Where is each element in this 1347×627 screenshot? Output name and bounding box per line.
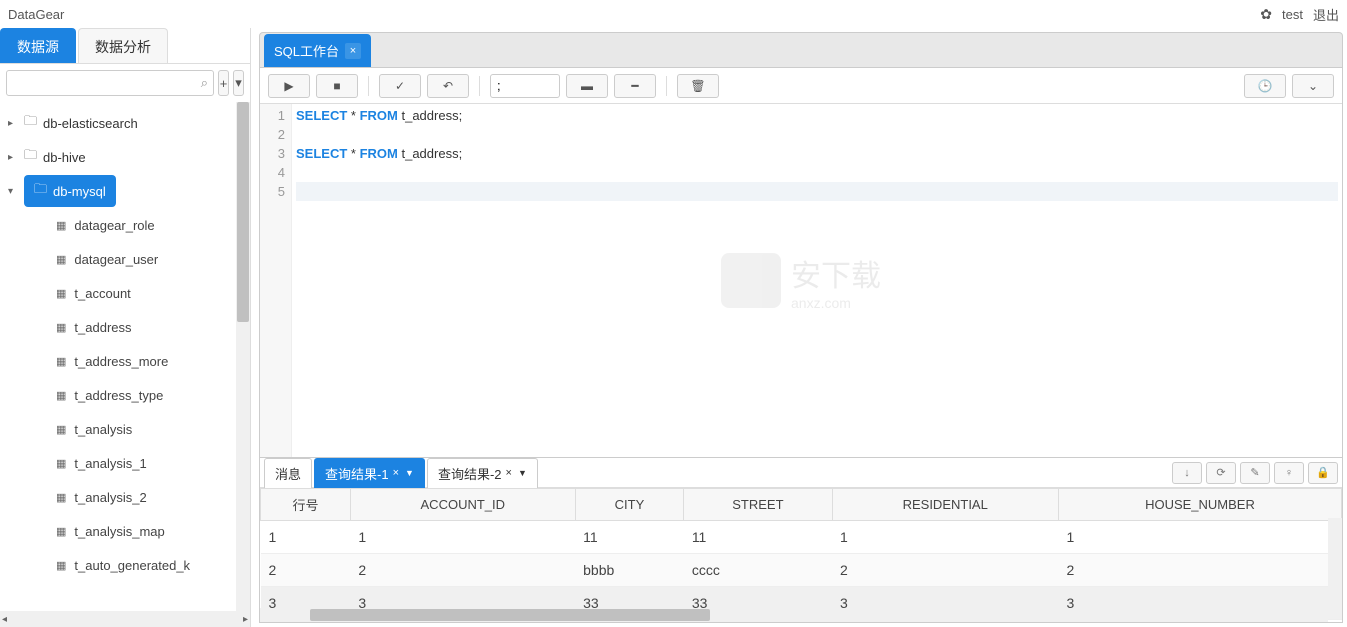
table-icon: ▦	[56, 423, 66, 436]
refresh-button[interactable]: ⟳	[1206, 462, 1236, 484]
sql-editor[interactable]: 12345 SELECT * FROM t_address;SELECT * F…	[260, 104, 1342, 457]
run-button[interactable]: ▶	[268, 74, 310, 98]
settings-icon[interactable]: ✿	[1260, 6, 1272, 23]
tree-node-mysql[interactable]: ▾ 🗀 db-mysql	[0, 174, 250, 208]
download-button[interactable]: ↓	[1172, 462, 1202, 484]
results-panel: 消息 查询结果-1×▼ 查询结果-2×▼ ↓ ⟳ ✎ ♀ 🔒	[260, 457, 1342, 622]
table-icon: ▦	[56, 253, 66, 266]
view-button[interactable]: ♀	[1274, 462, 1304, 484]
delimiter-input[interactable]	[490, 74, 560, 98]
caret-icon: ▸	[8, 118, 18, 129]
sql-toolbar: ▶ ■ ✓ ↶ ▬ ━ 🗑 🕒 ⌄	[260, 68, 1342, 104]
tool-btn-2[interactable]: ━	[614, 74, 656, 98]
tree-table-item[interactable]: ▦t_address	[0, 310, 250, 344]
result-grid[interactable]: 行号ACCOUNT_IDCITYSTREETRESIDENTIALHOUSE_N…	[260, 488, 1342, 622]
tree-table-item[interactable]: ▦t_account	[0, 276, 250, 310]
tree-table-item[interactable]: ▦t_address_more	[0, 344, 250, 378]
more-button[interactable]: ▾	[233, 70, 244, 96]
chevron-down-icon[interactable]: ▼	[518, 468, 527, 478]
tree-table-item[interactable]: ▦datagear_role	[0, 208, 250, 242]
left-panel: 数据源 数据分析 ⌕ + ▾ ▸ 🗀 db-elasticsearch ▸	[0, 28, 251, 627]
table-row[interactable]: 22bbbbcccc22	[261, 554, 1342, 587]
column-header[interactable]: CITY	[575, 489, 684, 521]
app-header: DataGear ✿ test 退出	[0, 0, 1347, 28]
tab-messages[interactable]: 消息	[264, 458, 312, 488]
tab-sql-workspace[interactable]: SQL工作台 ×	[264, 34, 371, 67]
close-icon[interactable]: ×	[506, 467, 512, 479]
tree-table-item[interactable]: ▦t_auto_generated_k	[0, 548, 250, 582]
table-icon: ▦	[56, 559, 66, 572]
rollback-button[interactable]: ↶	[427, 74, 469, 98]
close-icon[interactable]: ×	[345, 43, 361, 59]
table-icon: ▦	[56, 219, 66, 232]
tree-node-hive[interactable]: ▸ 🗀 db-hive	[0, 140, 250, 174]
column-header[interactable]: HOUSE_NUMBER	[1058, 489, 1341, 521]
folder-icon: 🗀	[24, 146, 37, 168]
tree-table-item[interactable]: ▦datagear_user	[0, 242, 250, 276]
add-button[interactable]: +	[218, 70, 229, 96]
datasource-tree: ▸ 🗀 db-elasticsearch ▸ 🗀 db-hive ▾ 🗀 db-…	[0, 102, 250, 611]
lock-button[interactable]: 🔒	[1308, 462, 1338, 484]
tree-scrollbar[interactable]	[236, 102, 250, 611]
caret-icon: ▾	[8, 186, 18, 197]
search-icon[interactable]: ⌕	[201, 75, 208, 91]
tree-table-item[interactable]: ▦t_address_type	[0, 378, 250, 412]
tab-result-1[interactable]: 查询结果-1×▼	[314, 458, 425, 488]
history-button[interactable]: 🕒	[1244, 74, 1286, 98]
tree-table-item[interactable]: ▦t_analysis_map	[0, 514, 250, 548]
tree-table-item[interactable]: ▦t_analysis	[0, 412, 250, 446]
search-input[interactable]	[6, 70, 214, 96]
folder-icon: 🗀	[24, 112, 37, 134]
table-icon: ▦	[56, 355, 66, 368]
tree-table-item[interactable]: ▦t_analysis_1	[0, 446, 250, 480]
table-icon: ▦	[56, 287, 66, 300]
user-name[interactable]: test	[1282, 7, 1303, 22]
edit-button[interactable]: ✎	[1240, 462, 1270, 484]
chevron-down-icon[interactable]: ▼	[405, 468, 414, 478]
tab-analysis[interactable]: 数据分析	[78, 28, 168, 63]
tool-btn-1[interactable]: ▬	[566, 74, 608, 98]
tree-table-item[interactable]: ▦t_analysis_2	[0, 480, 250, 514]
clear-button[interactable]: 🗑	[677, 74, 719, 98]
table-icon: ▦	[56, 457, 66, 470]
column-header[interactable]: STREET	[684, 489, 832, 521]
table-icon: ▦	[56, 491, 66, 504]
table-row[interactable]: 11111111	[261, 521, 1342, 554]
tree-hscroll[interactable]: ◂▸	[0, 611, 250, 627]
tab-result-2[interactable]: 查询结果-2×▼	[427, 458, 538, 488]
tree-node-elasticsearch[interactable]: ▸ 🗀 db-elasticsearch	[0, 106, 250, 140]
left-tabs: 数据源 数据分析	[0, 28, 250, 64]
stop-button[interactable]: ■	[316, 74, 358, 98]
app-title: DataGear	[8, 7, 64, 22]
logout-link[interactable]: 退出	[1313, 5, 1339, 24]
expand-button[interactable]: ⌄	[1292, 74, 1334, 98]
column-header[interactable]: RESIDENTIAL	[832, 489, 1058, 521]
grid-hscroll[interactable]	[260, 608, 1328, 622]
column-header[interactable]: ACCOUNT_ID	[350, 489, 575, 521]
table-icon: ▦	[56, 525, 66, 538]
tab-datasource[interactable]: 数据源	[0, 28, 76, 63]
caret-icon: ▸	[8, 152, 18, 163]
column-header[interactable]: 行号	[261, 489, 351, 521]
close-icon[interactable]: ×	[393, 467, 399, 479]
commit-button[interactable]: ✓	[379, 74, 421, 98]
table-icon: ▦	[56, 321, 66, 334]
table-icon: ▦	[56, 389, 66, 402]
folder-icon: 🗀	[34, 180, 47, 202]
grid-vscroll[interactable]	[1328, 518, 1342, 608]
